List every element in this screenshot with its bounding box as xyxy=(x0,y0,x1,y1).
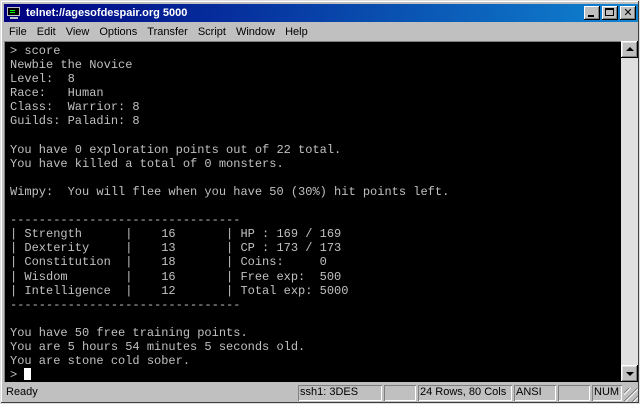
close-button[interactable]: ✕ xyxy=(620,6,636,20)
terminal-line: Guilds: Paladin: 8 xyxy=(10,114,140,129)
terminal-screen[interactable]: > score Newbie the Novice Level: 8 Race:… xyxy=(4,41,621,382)
terminal-line: You have 50 free training points. xyxy=(10,325,248,340)
status-num-lock: NUM xyxy=(592,385,622,401)
menu-transfer[interactable]: Transfer xyxy=(142,23,193,41)
terminal-line: Wimpy: You will flee when you have 50 (3… xyxy=(10,184,450,199)
terminal-line: You have killed a total of 0 monsters. xyxy=(10,156,284,171)
menu-window[interactable]: Window xyxy=(231,23,280,41)
terminal-line: Level: 8 xyxy=(10,72,75,87)
menu-file[interactable]: File xyxy=(4,23,32,41)
prompt-line[interactable]: > xyxy=(10,368,449,382)
menu-script[interactable]: Script xyxy=(193,23,231,41)
terminal-line: > score xyxy=(10,44,61,58)
terminal-line: | Wisdom | 16 | Free exp: 500 xyxy=(10,269,342,284)
vertical-scrollbar[interactable] xyxy=(621,41,638,382)
maximize-icon xyxy=(605,8,614,16)
terminal-line: | Dexterity | 13 | CP : 173 / 173 xyxy=(10,241,342,256)
text-cursor xyxy=(24,368,32,381)
scroll-up-button[interactable] xyxy=(621,41,638,58)
resize-grip-icon[interactable] xyxy=(624,388,638,402)
status-empty-panel-2 xyxy=(558,385,590,401)
terminal-line: You are stone cold sober. xyxy=(10,354,191,369)
terminal-line: | Intelligence | 12 | Total exp: 5000 xyxy=(10,283,349,298)
status-empty-panel xyxy=(384,385,416,401)
telnet-window: telnet://agesofdespair.org 5000 ✕ File E… xyxy=(0,0,640,404)
terminal-line: | Strength | 16 | HP : 169 / 169 xyxy=(10,227,342,242)
scroll-down-button[interactable] xyxy=(621,365,638,382)
menu-edit[interactable]: Edit xyxy=(32,23,61,41)
menu-help[interactable]: Help xyxy=(280,23,313,41)
menu-view[interactable]: View xyxy=(61,23,95,41)
terminal-line: -------------------------------- xyxy=(10,213,241,228)
terminal-line: -------------------------------- xyxy=(10,297,241,312)
menu-options[interactable]: Options xyxy=(94,23,142,41)
command-prompt: > xyxy=(10,368,25,382)
status-ready: Ready xyxy=(6,386,38,398)
status-size: 24 Rows, 80 Cols xyxy=(418,385,512,401)
close-icon: ✕ xyxy=(623,6,633,19)
title-bar[interactable]: telnet://agesofdespair.org 5000 ✕ xyxy=(4,4,638,22)
terminal-output: > score Newbie the Novice Level: 8 Race:… xyxy=(10,44,449,382)
arrow-up-icon xyxy=(626,47,634,51)
minimize-button[interactable] xyxy=(584,6,600,20)
arrow-down-icon xyxy=(626,372,634,376)
maximize-button[interactable] xyxy=(602,6,618,20)
terminal-line: | Constitution | 18 | Coins: 0 xyxy=(10,255,327,270)
window-title: telnet://agesofdespair.org 5000 xyxy=(26,7,188,19)
minimize-icon xyxy=(588,15,594,17)
menu-bar: File Edit View Options Transfer Script W… xyxy=(4,23,638,41)
terminal-line: Race: Human xyxy=(10,86,104,101)
status-bar: Ready ssh1: 3DES 24 Rows, 80 Cols ANSI N… xyxy=(4,384,638,402)
terminal-line: You have 0 exploration points out of 22 … xyxy=(10,142,342,157)
terminal-line: You are 5 hours 54 minutes 5 seconds old… xyxy=(10,339,306,354)
terminal-line: Newbie the Novice xyxy=(10,58,133,73)
terminal-line: Class: Warrior: 8 xyxy=(10,100,140,115)
status-emulation: ANSI xyxy=(514,385,556,401)
terminal-icon[interactable] xyxy=(6,6,22,20)
status-encryption: ssh1: 3DES xyxy=(298,385,382,401)
